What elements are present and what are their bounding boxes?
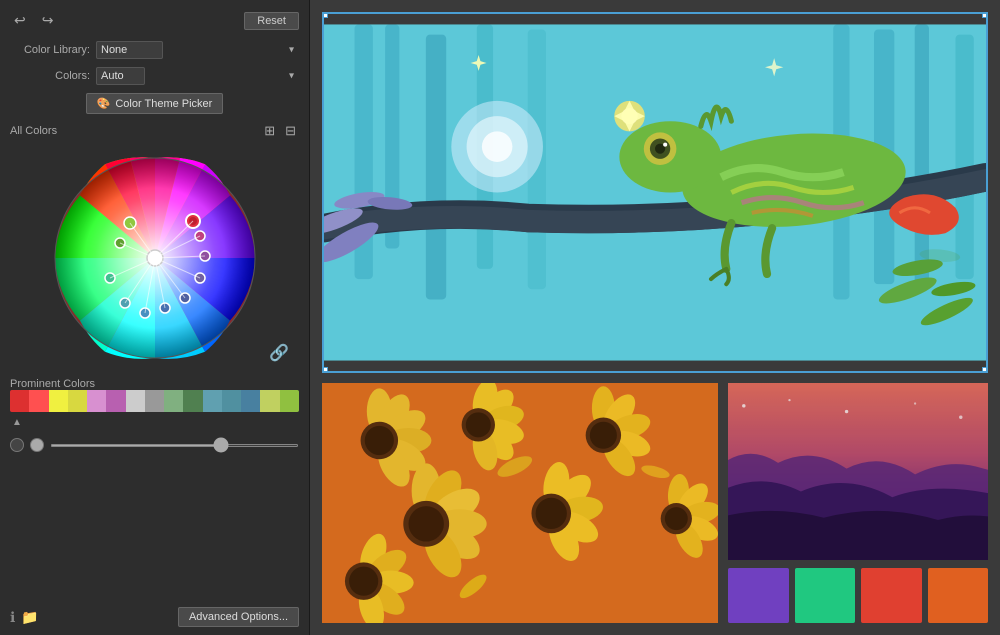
bottom-bar: ℹ 📁 Advanced Options...: [10, 603, 299, 627]
sunflowers-image: [322, 383, 718, 623]
bottom-right-section: [728, 383, 988, 623]
colors-row: Colors: Auto 2 3 4 5 6: [10, 67, 299, 85]
left-panel: ↩ ↪ Reset Color Library: None Adobe Pant…: [0, 0, 310, 635]
bottom-images-row: [322, 383, 988, 623]
main-image-area[interactable]: [322, 12, 988, 373]
chameleon-scene: [324, 14, 986, 371]
all-colors-header: All Colors ⊞ ⊟: [10, 122, 299, 140]
handle-bottom-left[interactable]: [322, 367, 328, 373]
info-icon[interactable]: ℹ: [10, 609, 15, 626]
strip-segment: [145, 390, 164, 412]
strip-segment: [106, 390, 125, 412]
color-wheel[interactable]: [45, 148, 265, 368]
brightness-slider[interactable]: [50, 444, 299, 447]
colors-select[interactable]: Auto 2 3 4 5 6: [96, 67, 145, 85]
color-theme-label: Color Theme Picker: [115, 98, 212, 110]
list-view-button[interactable]: ⊟: [282, 122, 299, 140]
section-icons: ⊞ ⊟: [261, 122, 299, 140]
color-library-label: Color Library:: [10, 44, 90, 56]
strip-segment: [164, 390, 183, 412]
circle-btn-right[interactable]: [30, 438, 44, 452]
strip-segment: [203, 390, 222, 412]
strip-segment: [68, 390, 87, 412]
swatch-red-orange[interactable]: [861, 568, 922, 623]
prominent-colors-label: Prominent Colors: [10, 378, 299, 390]
color-wheel-container: 🔗: [10, 148, 299, 368]
right-panel: [310, 0, 1000, 635]
landscape-image: [728, 383, 988, 560]
strip-segment: [222, 390, 241, 412]
strip-segment: [29, 390, 48, 412]
slider-row: [10, 436, 299, 454]
reset-button[interactable]: Reset: [244, 12, 299, 30]
all-colors-label: All Colors: [10, 125, 57, 137]
landscape-svg: [728, 383, 988, 560]
strip-segment: [10, 390, 29, 412]
swatch-orange[interactable]: [928, 568, 989, 623]
prominent-colors-section: Prominent Colors ▲: [10, 376, 299, 428]
color-theme-picker-row: 🎨 Color Theme Picker: [10, 93, 299, 114]
strip-segment: [241, 390, 260, 412]
sunflowers-svg: [322, 383, 718, 623]
strip-segment: [183, 390, 202, 412]
swatch-green[interactable]: [795, 568, 856, 623]
handle-top-left[interactable]: [322, 12, 328, 18]
redo-button[interactable]: ↪: [38, 10, 58, 31]
strip-segment: [49, 390, 68, 412]
undo-button[interactable]: ↩: [10, 10, 30, 31]
strip-segment: [280, 390, 299, 412]
folder-icon[interactable]: 📁: [21, 609, 38, 626]
strip-segment: [126, 390, 145, 412]
handle-bottom-right[interactable]: [982, 367, 988, 373]
swatch-purple[interactable]: [728, 568, 789, 623]
color-theme-picker-button[interactable]: 🎨 Color Theme Picker: [86, 93, 224, 114]
colors-label: Colors:: [10, 70, 90, 82]
link-icon[interactable]: 🔗: [269, 343, 289, 363]
color-theme-icon: 🎨: [97, 97, 111, 110]
toolbar-row: ↩ ↪ Reset: [10, 8, 299, 33]
color-strip[interactable]: [10, 390, 299, 412]
strip-segment: [87, 390, 106, 412]
advanced-options-button[interactable]: Advanced Options...: [178, 607, 299, 627]
circle-btn-left[interactable]: [10, 438, 24, 452]
color-swatches-row: [728, 568, 988, 623]
grid-view-button[interactable]: ⊞: [261, 122, 278, 140]
color-library-select[interactable]: None Adobe Pantone: [96, 41, 163, 59]
color-library-row: Color Library: None Adobe Pantone: [10, 41, 299, 59]
handle-top-right[interactable]: [982, 12, 988, 18]
strip-segment: [260, 390, 279, 412]
